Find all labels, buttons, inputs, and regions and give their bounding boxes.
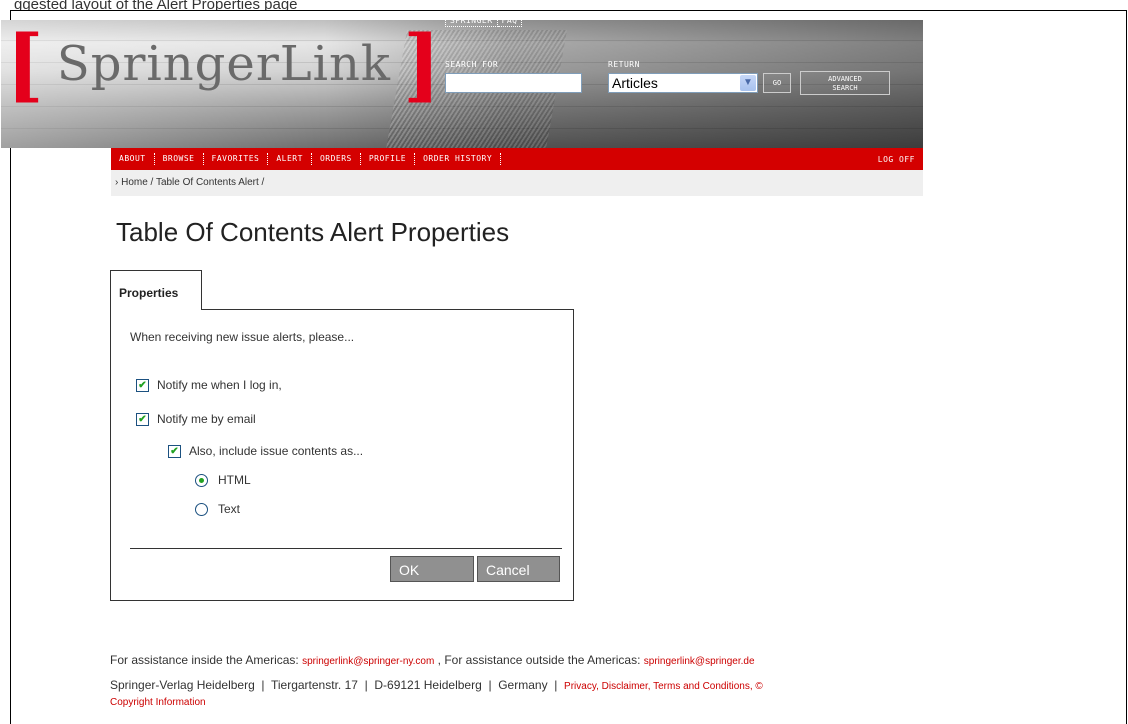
address-text: Springer-Verlag Heidelberg | Tiergartens… (110, 678, 558, 692)
logo-bracket-right: ] (402, 17, 442, 111)
format-text-radio[interactable] (195, 502, 208, 516)
log-off-link[interactable]: LOG OFF (878, 155, 923, 164)
notify-login-checkbox[interactable]: ✔ (136, 378, 149, 392)
advanced-label-line1: ADVANCED (828, 75, 862, 83)
springer-link[interactable]: SPRINGER (445, 14, 498, 27)
tab-properties[interactable]: Properties (110, 270, 202, 310)
assistance-line: For assistance inside the Americas: spri… (110, 653, 755, 667)
format-text-option[interactable]: Text (195, 502, 240, 516)
chevron-down-icon[interactable]: ▼ (740, 75, 756, 91)
main-nav: ABOUT BROWSE FAVORITES ALERT ORDERS PROF… (111, 148, 923, 170)
nav-orders[interactable]: ORDERS (312, 153, 361, 165)
nav-alert[interactable]: ALERT (268, 153, 312, 165)
nav-about[interactable]: ABOUT (111, 153, 155, 165)
page-title: Table Of Contents Alert Properties (116, 217, 510, 247)
email-de-link[interactable]: springerlink@springer.de (644, 656, 755, 667)
email-us-link[interactable]: springerlink@springer-ny.com (302, 656, 434, 667)
format-html-option[interactable]: HTML (195, 473, 251, 487)
return-selected-value: Articles (612, 75, 658, 91)
top-links: SPRINGER FAQ (445, 14, 523, 27)
return-select[interactable]: Articles ▼ (608, 73, 758, 93)
top-caption: ggested layout of the Alert Properties p… (14, 0, 298, 10)
privacy-link[interactable]: Privacy, Disclaimer, Terms and Condition… (564, 681, 763, 692)
logo-bracket-left: [ (6, 17, 45, 111)
faq-link[interactable]: FAQ (497, 14, 523, 27)
alert-intro-text: When receiving new issue alerts, please.… (130, 330, 355, 344)
format-html-radio[interactable] (195, 473, 208, 487)
include-contents-option[interactable]: ✔ Also, include issue contents as... (168, 444, 363, 458)
notify-email-option[interactable]: ✔ Notify me by email (136, 412, 256, 426)
format-text-label: Text (218, 502, 241, 516)
breadcrumb[interactable]: › Home / Table Of Contents Alert / (111, 170, 923, 196)
search-input[interactable] (445, 73, 582, 93)
copyright-line: Copyright Information (110, 694, 206, 708)
go-button[interactable]: GO (763, 73, 791, 93)
search-label: SEARCH FOR (445, 60, 499, 69)
ok-button[interactable]: OK (390, 556, 474, 582)
address-line: Springer-Verlag Heidelberg | Tiergartens… (110, 678, 763, 692)
nav-favorites[interactable]: FAVORITES (204, 153, 269, 165)
assist-inside-text: For assistance inside the Americas: (110, 653, 299, 667)
copyright-link[interactable]: Copyright Information (110, 697, 206, 708)
assist-outside-text: , For assistance outside the Americas: (437, 653, 641, 667)
nav-profile[interactable]: PROFILE (361, 153, 416, 165)
advanced-search-button[interactable]: ADVANCED SEARCH (800, 71, 890, 95)
return-label: RETURN (608, 60, 640, 69)
springerlink-logo[interactable]: [ SpringerLink ] (6, 20, 442, 108)
notify-login-option[interactable]: ✔ Notify me when I log in, (136, 378, 282, 392)
notify-login-label: Notify me when I log in, (157, 378, 282, 392)
format-html-label: HTML (218, 473, 251, 487)
advanced-label-line2: SEARCH (832, 84, 858, 92)
nav-browse[interactable]: BROWSE (155, 153, 204, 165)
include-contents-label: Also, include issue contents as... (189, 444, 364, 458)
form-divider (130, 548, 562, 549)
logo-text: SpringerLink (56, 36, 391, 92)
cancel-button[interactable]: Cancel (477, 556, 560, 582)
nav-order-history[interactable]: ORDER HISTORY (415, 153, 502, 165)
notify-email-label: Notify me by email (157, 412, 256, 426)
notify-email-checkbox[interactable]: ✔ (136, 412, 149, 426)
include-contents-checkbox[interactable]: ✔ (168, 444, 181, 458)
